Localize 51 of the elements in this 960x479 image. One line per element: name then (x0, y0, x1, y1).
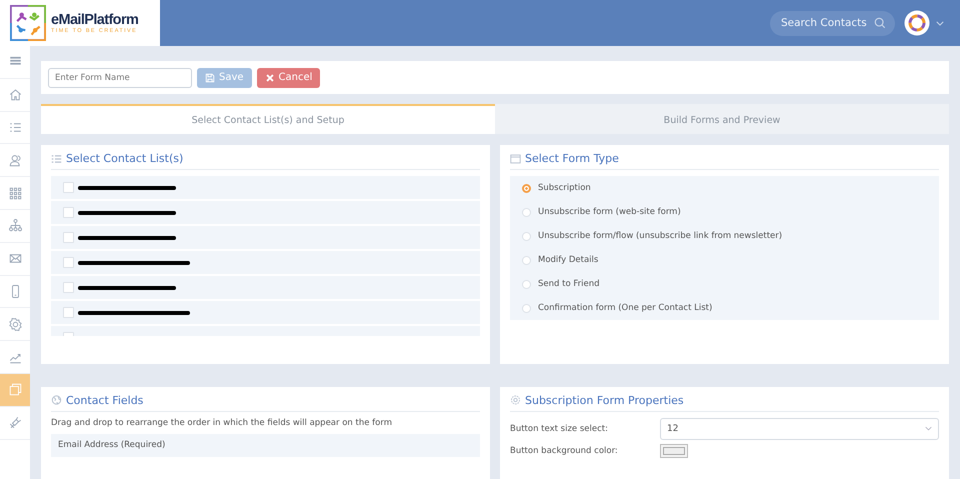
panel-title: Select Form Type (525, 152, 619, 165)
instruction-text: Drag and drop to rearrange the order in which the fields will appear on the form (51, 418, 393, 428)
grid-icon (8, 186, 22, 201)
contact-list-row[interactable] (51, 176, 480, 199)
checkbox[interactable] (63, 207, 74, 218)
search-field[interactable]: Search Contacts (770, 10, 895, 36)
logo-icon (10, 5, 46, 41)
panel-title: Contact Fields (66, 394, 144, 406)
caret-icon (925, 426, 932, 431)
panel-title: Select Contact List(s) (66, 152, 184, 165)
checkbox[interactable] (63, 232, 74, 243)
window-icon (510, 154, 521, 164)
checkbox[interactable] (63, 307, 74, 318)
globe-icon (51, 395, 62, 405)
floppy-icon (205, 72, 215, 82)
brand-name: eMailPlatform (51, 12, 138, 28)
radio-button[interactable] (522, 184, 531, 192)
list-icon (51, 154, 62, 164)
contact-list-row[interactable] (51, 276, 480, 299)
form-name-field[interactable]: Enter Form Name (48, 68, 192, 88)
contact-list-row[interactable] (51, 251, 480, 274)
form-type-option[interactable]: Confirmation form (One per Contact List) (510, 296, 939, 320)
sidebar-item[interactable] (0, 374, 30, 407)
close-icon (264, 72, 275, 82)
checkbox[interactable] (63, 257, 74, 268)
search-icon (874, 17, 886, 29)
checkbox[interactable] (63, 282, 74, 293)
field-label: Button text size select: (510, 424, 609, 434)
panel-title: Subscription Form Properties (525, 394, 684, 406)
gear-icon (8, 316, 22, 332)
form-type-option[interactable]: Unsubscribe form/flow (unsubscribe link from newsletter) (510, 224, 939, 248)
plug-icon (8, 415, 22, 430)
gear-icon (510, 395, 521, 405)
form-type-option[interactable]: Modify Details (510, 248, 939, 272)
home-icon (8, 87, 22, 102)
avatar-icon[interactable] (904, 10, 930, 36)
form-type-option[interactable]: Subscription (510, 176, 939, 200)
contact-list-row[interactable] (51, 226, 480, 249)
contact-field-item[interactable]: Email Address (Required) (51, 434, 480, 456)
contact-list-row[interactable] (51, 301, 480, 324)
text-size-select[interactable]: 12 (660, 418, 939, 440)
users-icon (8, 152, 22, 168)
color-picker[interactable] (660, 444, 688, 458)
hierarchy-icon (8, 218, 22, 234)
caret-icon[interactable] (936, 20, 944, 26)
form-type-option[interactable]: Unsubscribe form (web-site form) (510, 200, 939, 224)
window-icon (8, 382, 22, 398)
field-label: Button background color: (510, 446, 619, 456)
checkbox[interactable] (63, 182, 74, 193)
form-type-option[interactable]: Send to Friend (510, 272, 939, 296)
contact-list-row[interactable] (51, 201, 480, 224)
